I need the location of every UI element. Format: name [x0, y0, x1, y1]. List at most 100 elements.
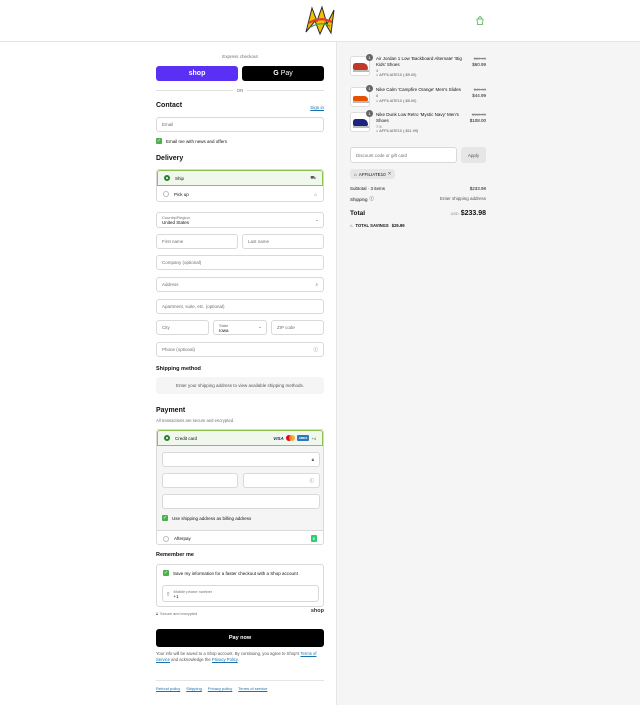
card-number-field[interactable]: 🔒︎	[162, 452, 320, 467]
save-info-checkbox-row[interactable]: ✓ Save my information for a faster check…	[163, 570, 298, 576]
country-value: United States	[162, 220, 190, 225]
discount-code-field[interactable]: Discount code or gift card	[350, 147, 457, 163]
mobile-phone-field[interactable]: ▯ Mobile phone number +1	[162, 585, 319, 602]
chevron-down-icon: ⌄	[258, 324, 262, 329]
shipping-value: Enter shipping address	[439, 196, 486, 201]
check-icon[interactable]: ✓	[156, 138, 162, 144]
savings-value: $25.99	[391, 223, 405, 228]
product-discount: ⌂ AFFILIATE10 (-$9.00)	[376, 73, 464, 79]
help-icon[interactable]: ⓘ	[314, 347, 319, 353]
google-pay-button[interactable]: G Pay	[242, 66, 324, 81]
payment-method-group: Credit card VISA AMEX +4 🔒︎ ⓘ ✓ Use ship…	[156, 429, 324, 545]
apartment-field[interactable]: Apartment, suite, etc. (optional)	[156, 299, 324, 314]
address-field[interactable]: Address ⌕	[156, 277, 324, 292]
company-field[interactable]: Company (optional)	[156, 255, 324, 270]
city-field[interactable]: City	[156, 320, 209, 335]
phone-icon: ▯	[167, 590, 170, 596]
remember-me-box: ✓ Save my information for a faster check…	[156, 564, 324, 607]
refund-policy-link[interactable]: Refund policy	[156, 686, 180, 691]
security-code-field[interactable]: ⓘ	[243, 473, 320, 488]
amex-icon: AMEX	[296, 435, 310, 441]
sign-in-link[interactable]: Sign in	[310, 105, 324, 110]
phone-placeholder: Phone (optional)	[162, 347, 196, 352]
afterpay-icon: $	[310, 535, 317, 542]
radio-selected-icon	[164, 175, 170, 181]
order-summary: 1 Air Jordan 1 Low 'Backboard Alternate'…	[336, 42, 640, 705]
cart-item: 1 Nike Dunk Low Retro 'Mystic Navy' Men'…	[350, 110, 486, 140]
card-form: 🔒︎ ⓘ ✓ Use shipping address as billing a…	[157, 446, 323, 530]
currency-label: USD	[450, 212, 459, 216]
credit-card-option[interactable]: Credit card VISA AMEX +4	[157, 430, 323, 446]
total-row: Total USD $233.98	[350, 210, 486, 217]
help-icon[interactable]: ⓘ	[310, 478, 315, 484]
tag-icon: ⌂	[376, 129, 379, 134]
original-price: $119.99	[471, 112, 486, 117]
ship-option[interactable]: Ship ⛟	[157, 170, 323, 186]
shoe-icon	[353, 63, 368, 70]
applied-discount-chip: ⌂ AFFILIATE10 ✕	[350, 169, 396, 179]
check-icon[interactable]: ✓	[162, 515, 168, 521]
bag-icon[interactable]	[476, 16, 484, 25]
billing-checkbox-row[interactable]: ✓ Use shipping address as billing addres…	[162, 515, 251, 521]
product-name: Air Jordan 1 Low 'Backboard Alternate' '…	[376, 56, 462, 67]
card-logos: VISA AMEX +4	[273, 435, 316, 441]
contact-heading: Contact	[156, 102, 183, 109]
footer-divider	[156, 680, 324, 681]
quantity-badge: 1	[366, 85, 373, 92]
quantity-badge: 1	[366, 110, 373, 117]
pay-now-button[interactable]: Pay now	[156, 629, 324, 647]
product-name: Nike Calm 'Campfire Orange' Men's Slides	[376, 87, 461, 92]
shipping-method-message: Enter your shipping address to view avai…	[156, 377, 324, 394]
tag-icon: ⌂	[354, 171, 357, 177]
afterpay-option[interactable]: Afterpay $	[157, 530, 323, 546]
chevron-down-icon: ⌄	[315, 217, 319, 222]
subtotal-row: Subtotal · 3 items $233.98	[350, 186, 486, 191]
or-divider: OR	[156, 87, 324, 93]
quantity-badge: 1	[366, 54, 373, 61]
radio-icon	[163, 535, 169, 542]
apply-button[interactable]: Apply	[461, 147, 486, 163]
shoe-icon	[353, 119, 368, 126]
radio-icon	[163, 191, 169, 197]
privacy-policy-link[interactable]: Privacy Policy	[212, 657, 238, 662]
close-icon[interactable]: ✕	[388, 171, 392, 177]
express-checkout-label: Express checkout	[222, 54, 258, 59]
country-select[interactable]: Country/Region United States	[156, 212, 324, 228]
subtotal-label: Subtotal · 3 items	[350, 186, 386, 191]
phone-field[interactable]: Phone (optional) ⓘ	[156, 342, 324, 357]
cart-item: 1 Air Jordan 1 Low 'Backboard Alternate'…	[350, 54, 486, 80]
tag-icon: ⌂	[376, 98, 379, 103]
email-field[interactable]: Email	[156, 117, 324, 132]
name-on-card-field[interactable]	[162, 494, 320, 509]
truck-icon: ⛟	[310, 174, 316, 180]
help-icon[interactable]: ⓘ	[370, 196, 375, 202]
mastercard-icon	[285, 435, 295, 441]
shop-pay-button[interactable]: shop	[156, 66, 238, 81]
delivery-method-group: Ship ⛟ Pick up ⌂	[156, 169, 324, 202]
terms-of-service-footer-link[interactable]: Terms of service	[238, 686, 267, 691]
phone-prefix: +1	[173, 593, 179, 599]
shipping-link[interactable]: Shipping	[186, 686, 202, 691]
product-discount: ⌂ AFFILIATE10 (-$11.99)	[376, 129, 464, 135]
last-name-field[interactable]: Last name	[242, 234, 324, 249]
privacy-policy-footer-link[interactable]: Privacy policy	[208, 686, 232, 691]
terms-text: Your info will be saved to a Shop accoun…	[156, 651, 324, 663]
newsletter-checkbox-row[interactable]: ✓ Email me with news and offers	[156, 138, 227, 144]
store-logo[interactable]	[303, 5, 337, 35]
afterpay-label: Afterpay	[174, 536, 191, 541]
billing-label: Use shipping address as billing address	[172, 515, 252, 521]
original-price: $49.99	[473, 87, 486, 92]
remember-me-heading: Remember me	[156, 552, 194, 558]
zip-field[interactable]: ZIP code	[271, 320, 324, 335]
expiration-field[interactable]	[162, 473, 238, 488]
footer-links: Refund policy Shipping Privacy policy Te…	[156, 686, 267, 691]
payment-subtitle: All transactions are secure and encrypte…	[156, 418, 235, 423]
first-name-field[interactable]: First name	[156, 234, 238, 249]
terms-end: .	[237, 657, 239, 662]
checkout-header	[0, 0, 640, 42]
total-label: Total	[350, 210, 366, 217]
lock-icon: 🔒︎	[156, 612, 159, 616]
discount-label: AFFILIATE10 (-$9.00)	[379, 73, 417, 78]
check-icon[interactable]: ✓	[163, 570, 169, 576]
pickup-option[interactable]: Pick up ⌂	[157, 186, 323, 202]
